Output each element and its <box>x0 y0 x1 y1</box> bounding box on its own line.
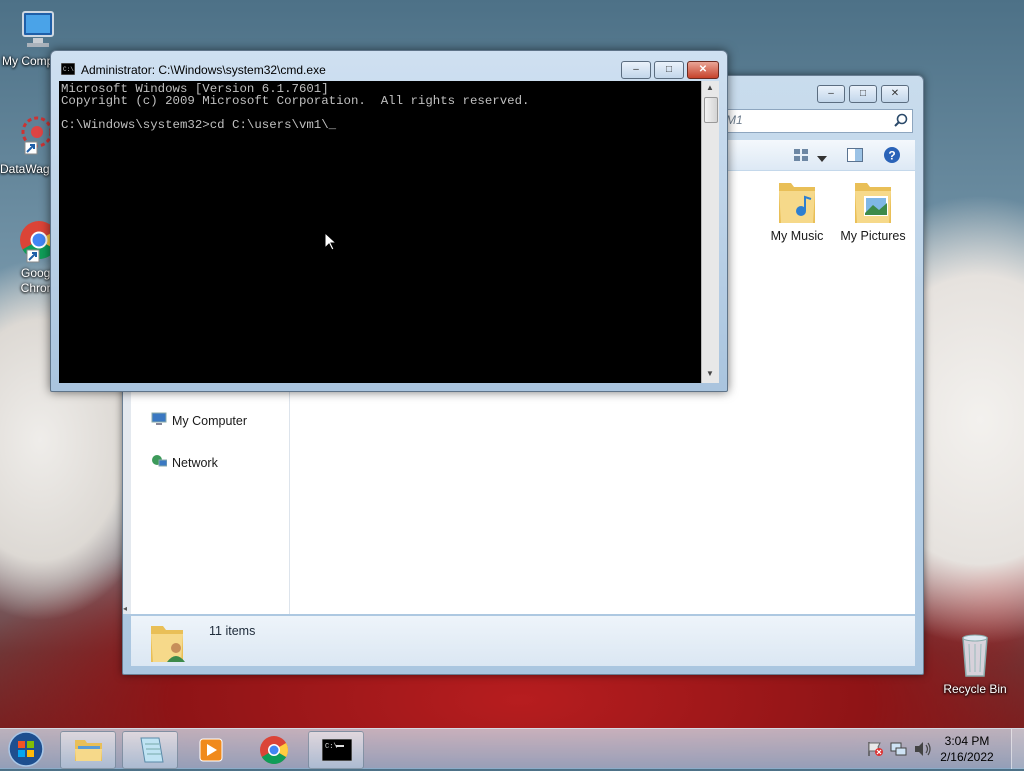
desktop-icon-recycle-bin[interactable]: Recycle Bin <box>940 630 1010 697</box>
views-icon[interactable] <box>793 148 809 165</box>
taskbar: C:\ 3:04 PM 2/16/2022 <box>0 728 1024 769</box>
console-line: C:\Windows\system32>cd C:\users\vm1\_ <box>61 118 337 132</box>
folder-my-pictures[interactable]: My Pictures <box>833 177 913 244</box>
start-button[interactable] <box>6 730 46 768</box>
datawag-shortcut-icon <box>15 112 55 160</box>
taskbar-cmd-button[interactable]: C:\ <box>308 731 364 769</box>
action-center-flag-icon[interactable] <box>866 741 884 760</box>
search-icon[interactable] <box>894 113 908 130</box>
cmd-icon: C:\ <box>321 738 353 764</box>
scroll-up-icon[interactable]: ▲ <box>706 83 714 92</box>
scroll-thumb[interactable] <box>704 97 718 123</box>
explorer-toolbar: ? <box>721 140 915 170</box>
computer-icon <box>151 412 167 431</box>
svg-text:?: ? <box>888 149 895 163</box>
console-output[interactable]: Microsoft Windows [Version 6.1.7601] Cop… <box>59 81 701 383</box>
show-desktop-button[interactable] <box>1011 729 1024 769</box>
nav-item-label: Network <box>172 456 218 470</box>
console-line: Copyright (c) 2009 Microsoft Corporation… <box>61 94 530 108</box>
cmd-window[interactable]: C:\ Administrator: C:\Windows\system32\c… <box>50 50 728 392</box>
maximize-glyph: □ <box>859 88 867 99</box>
notepad-icon <box>137 736 165 767</box>
volume-icon[interactable] <box>914 741 932 760</box>
minimize-button[interactable]: – <box>621 61 651 79</box>
chevron-down-icon[interactable] <box>817 151 827 165</box>
folder-label: My Music <box>770 229 824 243</box>
chrome-icon <box>259 735 289 768</box>
close-button[interactable]: ✕ <box>687 61 719 79</box>
clock-time: 3:04 PM <box>944 734 990 748</box>
nav-scrollbar[interactable]: ◂ <box>123 392 131 614</box>
minimize-button[interactable]: – <box>817 85 845 103</box>
pictures-folder-icon <box>833 177 913 229</box>
close-glyph: ✕ <box>890 88 900 99</box>
search-box[interactable]: M1 <box>721 109 913 133</box>
network-status-icon[interactable] <box>890 741 908 760</box>
window-title: Administrator: C:\Windows\system32\cmd.e… <box>81 63 326 77</box>
computer-icon <box>17 8 57 52</box>
folder-my-music[interactable]: My Music <box>757 177 837 244</box>
music-folder-icon <box>757 177 837 229</box>
maximize-glyph: □ <box>665 64 673 75</box>
navigation-pane: My Computer Network <box>131 392 290 614</box>
taskbar-explorer-button[interactable] <box>60 731 116 769</box>
taskbar-chrome-button[interactable] <box>246 731 300 767</box>
system-clock[interactable]: 3:04 PM 2/16/2022 <box>932 733 1002 765</box>
svg-text:C:\: C:\ <box>325 743 338 751</box>
clock-date: 2/16/2022 <box>940 750 994 764</box>
scroll-down-icon[interactable]: ▼ <box>706 369 714 378</box>
preview-pane-icon[interactable] <box>847 148 863 165</box>
folder-label: My Pictures <box>840 229 906 243</box>
network-icon <box>151 454 168 473</box>
media-player-icon <box>198 737 224 766</box>
minimize-glyph: – <box>828 88 834 99</box>
details-pane: 11 items <box>131 616 915 666</box>
nav-item-label: My Computer <box>172 414 248 428</box>
folder-icon <box>74 737 104 766</box>
user-folder-icon <box>149 620 189 667</box>
vertical-scrollbar[interactable]: ▲ ▼ <box>701 81 719 383</box>
taskbar-media-player-button[interactable] <box>184 731 238 767</box>
help-icon[interactable]: ? <box>883 146 901 167</box>
close-button[interactable]: ✕ <box>881 85 909 103</box>
close-glyph: ✕ <box>698 64 708 75</box>
maximize-button[interactable]: □ <box>654 61 684 79</box>
nav-item-network[interactable]: Network <box>151 454 218 472</box>
search-input[interactable]: M1 <box>726 113 743 127</box>
recycle-bin-icon <box>955 630 995 680</box>
scroll-left-icon[interactable]: ◂ <box>123 604 127 613</box>
minimize-glyph: – <box>633 64 639 75</box>
maximize-button[interactable]: □ <box>849 85 877 103</box>
desktop-icon-label: Recycle Bin <box>943 682 1007 696</box>
mouse-cursor-icon <box>324 231 338 254</box>
cmd-app-icon: C:\ <box>60 62 76 78</box>
item-count: 11 items <box>209 624 256 638</box>
nav-item-my-computer[interactable]: My Computer <box>151 412 247 430</box>
svg-text:C:\: C:\ <box>63 66 74 73</box>
taskbar-notepad-button[interactable] <box>122 731 178 769</box>
